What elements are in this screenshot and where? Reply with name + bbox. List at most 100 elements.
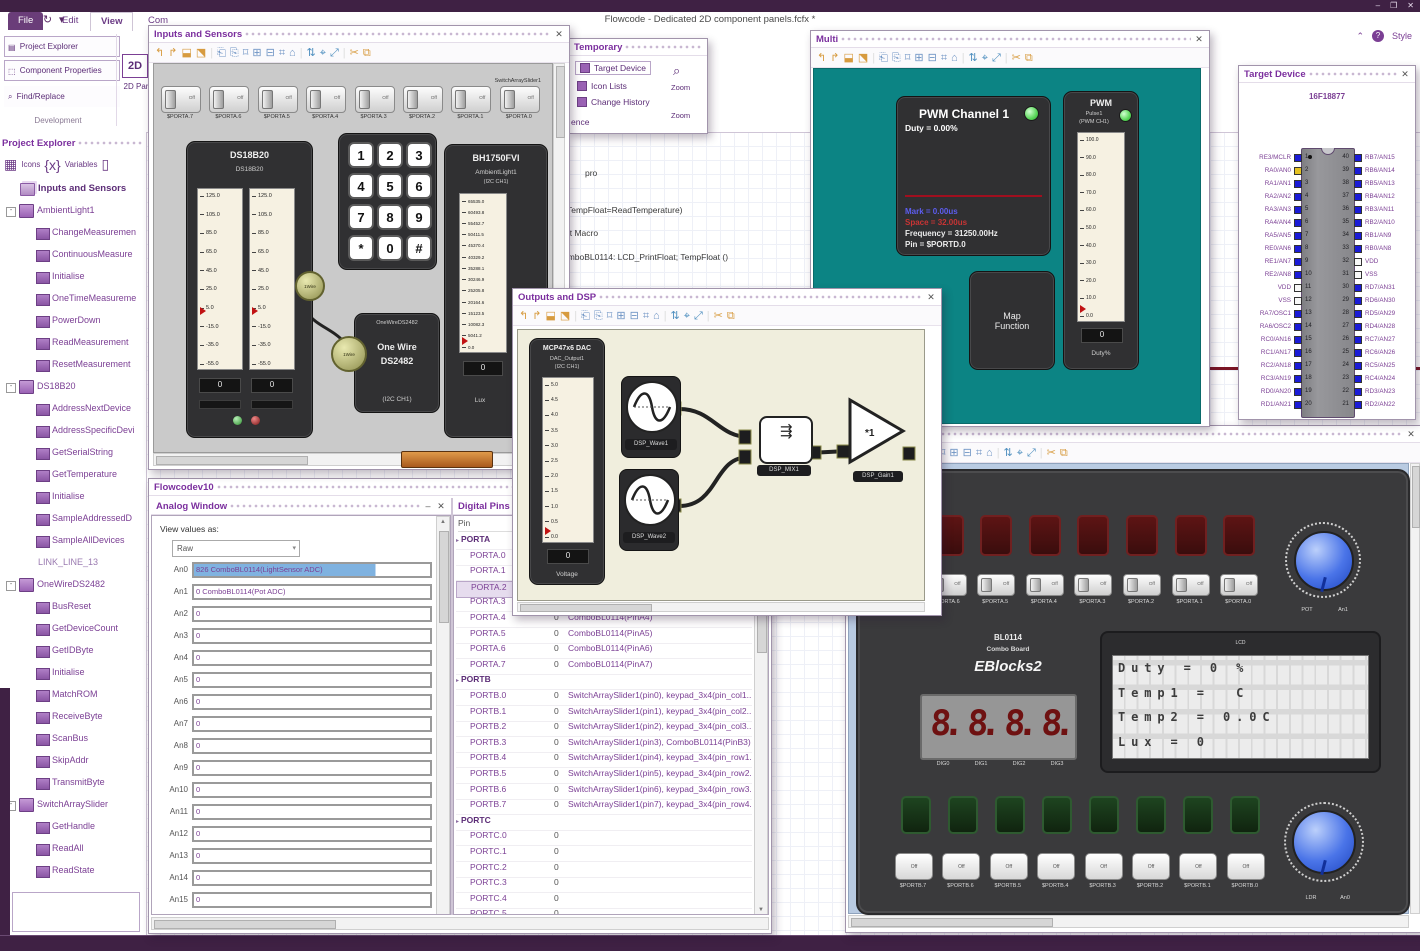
keypad-key-0[interactable]: 0	[377, 235, 403, 261]
toolbar-icon[interactable]: ⌑	[243, 47, 249, 59]
close-icon[interactable]: ✕	[1406, 429, 1416, 440]
toolbar-icon[interactable]: ⧉	[1060, 447, 1068, 459]
pin-square[interactable]	[1294, 388, 1302, 396]
toolbar-icon[interactable]: ⎘	[230, 47, 239, 59]
horizontal-scrollbar[interactable]	[517, 602, 925, 612]
toolbar-icon[interactable]: ⬔	[196, 47, 206, 59]
pin-square[interactable]	[1294, 310, 1302, 318]
tree-item-macro[interactable]: AddressNextDevice	[6, 400, 142, 420]
pin-square[interactable]	[1354, 154, 1362, 162]
close-icon[interactable]: ✕	[926, 292, 936, 303]
dsp-mix-box[interactable]: ⇶	[759, 416, 813, 464]
expander-icon[interactable]: -	[6, 581, 16, 591]
tree-item-macro[interactable]: SkipAddr	[6, 752, 142, 772]
toolbar-icon[interactable]: ⇅	[307, 47, 316, 59]
tree-item-macro[interactable]: TransmitByte	[6, 774, 142, 794]
tree-item-macro[interactable]: ReadAll	[6, 840, 142, 860]
analog-input[interactable]: 0	[192, 650, 432, 666]
toolbar-icon[interactable]: ↰	[519, 310, 528, 322]
tree-item-macro[interactable]: ChangeMeasuremen	[6, 224, 142, 244]
toolbar-icon[interactable]: ⌗	[643, 310, 649, 322]
toolbar-icon[interactable]: ⊟	[963, 447, 972, 459]
analog-input[interactable]: 826 ComboBL0114(LightSensor ADC)	[192, 562, 432, 578]
pin-square[interactable]	[1294, 219, 1302, 227]
toolbar-icon[interactable]: ⬔	[560, 310, 570, 322]
toolbar-icon[interactable]: ↰	[155, 47, 164, 59]
toolbar-icon[interactable]: ↱	[168, 47, 177, 59]
digital-group-row[interactable]: ▸ PORTB	[456, 674, 752, 691]
tree-item-comp[interactable]: - DS18B20	[6, 378, 142, 398]
toolbar-icon[interactable]: ⎗	[879, 52, 888, 64]
toolbar-icon[interactable]: ⤢	[694, 310, 703, 322]
tree-item-macro[interactable]: AddressSpecificDevi	[6, 422, 142, 442]
analog-input[interactable]: 0	[192, 738, 432, 754]
board-button[interactable]: Off	[942, 853, 981, 880]
keypad-key-2[interactable]: 2	[377, 142, 403, 168]
icons-view-icon[interactable]: ▦	[4, 156, 17, 173]
toolbar-icon[interactable]: ✂	[714, 310, 723, 322]
analog-input[interactable]: 0	[192, 848, 432, 864]
toggle-switch[interactable]: Off	[499, 86, 540, 113]
analog-input[interactable]: 0	[192, 914, 432, 915]
tree-item-macro[interactable]: BusReset	[6, 598, 142, 618]
keypad-key-1[interactable]: 1	[348, 142, 374, 168]
component-properties-button[interactable]: ⬚ Component Properties	[4, 60, 120, 81]
change-history-toggle[interactable]: Change History	[577, 97, 650, 107]
tree-item-macro[interactable]: PowerDown	[6, 312, 142, 332]
pin-square[interactable]	[1354, 193, 1362, 201]
pin-square[interactable]	[1354, 401, 1362, 409]
lux-slider[interactable]: 65535.0 60493.8 55452.7 50411.5 45370.4 40329…	[459, 193, 507, 353]
toggle-switch[interactable]: Off	[209, 86, 250, 113]
close-button[interactable]: ✕	[1407, 1, 1414, 10]
slider-thumb[interactable]	[545, 526, 551, 535]
toolbar-icon[interactable]: ⇅	[1004, 447, 1013, 459]
board-switch[interactable]: Off	[1220, 574, 1259, 596]
tree-item-macro[interactable]: SampleAddressedD	[6, 510, 142, 530]
keypad-key-star[interactable]: *	[348, 235, 374, 261]
temperature-slider[interactable]: 125.0 105.0 85.0 65.0 45.0 25.0 5.0 -15.0 -35.0-…	[197, 188, 243, 370]
tree-item-macro[interactable]: Initialise	[6, 664, 142, 684]
pin-square[interactable]	[1294, 362, 1302, 370]
pin-square[interactable]	[1354, 388, 1362, 396]
analog-input[interactable]: 0	[192, 672, 432, 688]
toolbar-icon[interactable]: ⌗	[279, 47, 285, 59]
toolbar-icon[interactable]: ⤢	[1027, 447, 1036, 459]
pin-square[interactable]	[1354, 310, 1362, 318]
toolbar-icon[interactable]: ⌂	[289, 47, 296, 59]
toolbar-icon[interactable]: ⊞	[914, 52, 923, 64]
close-icon[interactable]: ✕	[436, 501, 446, 512]
toolbar-icon[interactable]: ⊞	[252, 47, 261, 59]
analog-input[interactable]: 0	[192, 628, 432, 644]
pin-square[interactable]	[1294, 193, 1302, 201]
toolbar-icon[interactable]: ⊟	[266, 47, 275, 59]
tree-item-macro[interactable]: ReadState	[6, 862, 142, 882]
zoom-button[interactable]: Zoom	[671, 111, 690, 120]
tree-item-macro[interactable]: GetIDByte	[6, 642, 142, 662]
onewire-plug[interactable]: 1Wire	[295, 271, 325, 301]
digital-pin-row[interactable]: PORTB.1 0 SwitchArraySlider1(pin1), keypad…	[456, 706, 752, 722]
digital-pin-row[interactable]: PORTC.3 0	[456, 877, 752, 894]
duty-slider[interactable]: 100.0 90.0 80.0 70.0 60.0 50.0 40.0 30.0 20.0 10.…	[1077, 132, 1125, 322]
toolbar-icon[interactable]: ⇅	[671, 310, 680, 322]
pin-square[interactable]	[1354, 271, 1362, 279]
2d-panel-icon[interactable]: 2D	[122, 54, 148, 78]
toggle-switch[interactable]: Off	[451, 86, 492, 113]
pin-square[interactable]	[1354, 362, 1362, 370]
board-switch[interactable]: Off	[1074, 574, 1113, 596]
tree-item-macro[interactable]: SampleAllDevices	[6, 532, 142, 552]
digital-pin-row[interactable]: PORTB.0 0 SwitchArraySlider1(pin0), keypad…	[456, 690, 752, 706]
toolbar-icon[interactable]: ⎘	[594, 310, 603, 322]
analog-input[interactable]: 0	[192, 782, 432, 798]
toolbar-icon[interactable]: ⊞	[949, 447, 958, 459]
expander-icon[interactable]: -	[6, 383, 16, 393]
tree-item-macro[interactable]: GetSerialString	[6, 444, 142, 464]
keypad-key-6[interactable]: 6	[406, 173, 432, 199]
scroll-down-arrow[interactable]: ▼	[755, 907, 767, 913]
digital-pin-row[interactable]: PORTA.7 0 ComboBL0114(PinA7)	[456, 659, 752, 675]
tree-item-macro[interactable]: ContinuousMeasure	[6, 246, 142, 266]
tree-item-macro[interactable]: MatchROM	[6, 686, 142, 706]
toggle-switch[interactable]: Off	[257, 86, 298, 113]
pin-square[interactable]	[1354, 323, 1362, 331]
minimize-button[interactable]: –	[1376, 1, 1380, 10]
horizontal-scrollbar[interactable]	[151, 917, 769, 930]
